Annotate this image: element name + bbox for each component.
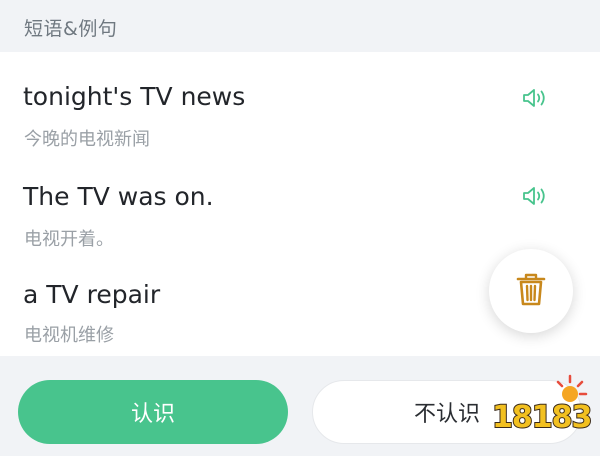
phrase-translation: 电视开着。	[24, 229, 114, 250]
trash-icon	[515, 272, 547, 310]
section-header: 短语&例句	[0, 0, 600, 52]
phrase-item[interactable]: The TV was on. 电视开着。	[0, 162, 600, 258]
phrase-english: a TV repair	[23, 280, 161, 309]
speaker-icon[interactable]	[522, 185, 548, 207]
phrase-translation: 今晚的电视新闻	[24, 129, 150, 150]
phrase-english: The TV was on.	[23, 182, 214, 211]
phrase-item[interactable]: tonight's TV news 今晚的电视新闻	[0, 52, 600, 162]
section-title: 短语&例句	[24, 18, 118, 40]
site-watermark: 18183	[488, 372, 596, 452]
phrase-translation: 电视机维修	[24, 325, 114, 346]
delete-button[interactable]	[489, 249, 573, 333]
phrase-english: tonight's TV news	[23, 82, 246, 111]
know-button[interactable]: 认识	[18, 380, 288, 444]
speaker-icon[interactable]	[522, 87, 548, 109]
watermark-text: 18183	[491, 399, 593, 436]
